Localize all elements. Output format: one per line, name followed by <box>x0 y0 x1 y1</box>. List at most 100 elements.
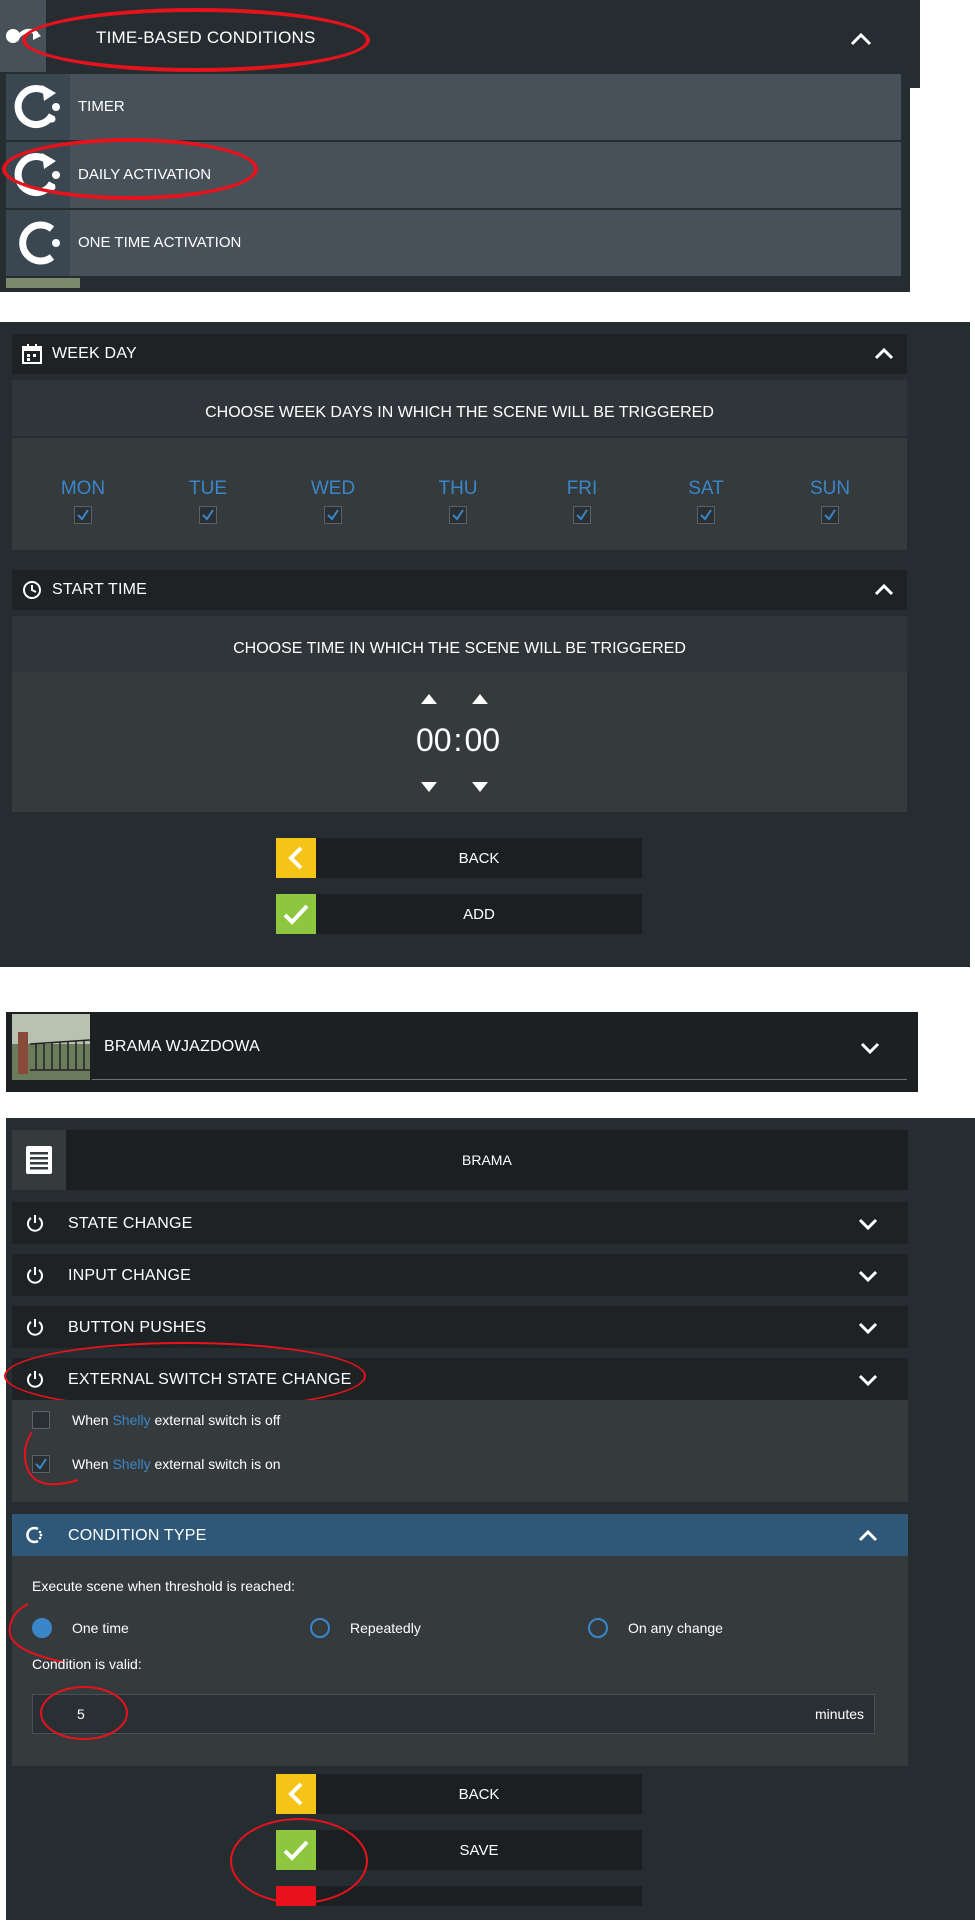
day-label: MON <box>60 478 106 499</box>
brand-name: Shelly <box>112 1456 151 1472</box>
hour-up-arrow-icon[interactable] <box>421 694 437 704</box>
day-checkbox[interactable] <box>449 506 467 524</box>
chevron-up-icon[interactable] <box>858 1530 878 1542</box>
condition-item-timer[interactable]: TIMER <box>6 74 901 140</box>
chevron-down-icon[interactable] <box>858 1270 878 1282</box>
add-button[interactable]: ADD <box>276 894 642 934</box>
radio-label: Repeatedly <box>350 1620 421 1636</box>
back-label: BACK <box>458 1785 500 1803</box>
power-icon <box>27 1267 43 1284</box>
radio-on-any-change[interactable]: On any change <box>588 1616 808 1640</box>
week-day-label: WEEK DAY <box>52 345 137 362</box>
annotation-circle-save <box>230 1818 368 1904</box>
start-time-header[interactable]: START TIME <box>12 570 907 610</box>
day-wed[interactable]: WED <box>303 478 363 524</box>
day-thu[interactable]: THU <box>428 478 488 524</box>
device-row-brama-wjazdowa[interactable]: BRAMA WJAZDOWA <box>12 1014 907 1080</box>
start-time-hint: CHOOSE TIME IN WHICH THE SCENE WILL BE T… <box>233 640 686 657</box>
day-sun[interactable]: SUN <box>800 478 860 524</box>
option-switch-on[interactable]: When Shelly external switch is on <box>32 1448 632 1480</box>
chevron-down-icon[interactable] <box>860 1042 880 1054</box>
minutes-value[interactable]: 00 <box>464 722 500 759</box>
day-tue[interactable]: TUE <box>178 478 238 524</box>
condition-item-label: TIMER <box>78 98 125 115</box>
chevron-down-icon[interactable] <box>858 1374 878 1386</box>
radio-button[interactable] <box>310 1618 330 1638</box>
day-checkbox[interactable] <box>821 506 839 524</box>
week-day-header[interactable]: WEEK DAY <box>12 334 907 374</box>
chevron-left-icon <box>276 838 316 878</box>
annotation-circle-daily <box>2 138 258 200</box>
option-text-prefix: When <box>72 1412 113 1428</box>
option-checkbox[interactable] <box>32 1411 50 1429</box>
section-label: BUTTON PUSHES <box>68 1319 207 1336</box>
valid-label: Condition is valid: <box>32 1656 142 1672</box>
minute-up-arrow-icon[interactable] <box>472 694 488 704</box>
brand-name: Shelly <box>112 1412 151 1428</box>
back-button[interactable]: BACK <box>276 838 642 878</box>
valid-duration-unit: minutes <box>814 1706 864 1722</box>
day-checkbox[interactable] <box>697 506 715 524</box>
checkmark-icon <box>276 894 316 934</box>
clock-icon <box>23 581 41 599</box>
calendar-icon <box>22 344 42 364</box>
day-label: SAT <box>688 478 724 499</box>
day-checkbox[interactable] <box>74 506 92 524</box>
section-input-change[interactable]: INPUT CHANGE <box>12 1254 908 1296</box>
day-fri[interactable]: FRI <box>552 478 612 524</box>
option-text: When Shelly external switch is off <box>72 1412 280 1428</box>
device-title: BRAMA <box>462 1152 512 1168</box>
day-checkbox[interactable] <box>199 506 217 524</box>
power-icon <box>27 1215 43 1232</box>
section-state-change[interactable]: STATE CHANGE <box>12 1202 908 1244</box>
condition-item-one-time-activation[interactable]: ONE TIME ACTIVATION <box>6 210 901 276</box>
menu-list-icon[interactable] <box>12 1130 66 1190</box>
day-sat[interactable]: SAT <box>676 478 736 524</box>
day-label: THU <box>438 478 478 499</box>
device-thumbnail <box>12 1014 90 1080</box>
condition-item-label: ONE TIME ACTIVATION <box>78 234 242 251</box>
valid-duration-field[interactable]: 5 minutes <box>32 1694 875 1734</box>
dotted-timer-icon <box>26 1526 43 1544</box>
condition-type-label: CONDITION TYPE <box>68 1527 207 1544</box>
day-checkbox[interactable] <box>573 506 591 524</box>
hours-value[interactable]: 00 <box>416 722 452 759</box>
day-label: SUN <box>809 478 851 499</box>
back-label: BACK <box>458 849 500 867</box>
option-text-suffix: external switch is off <box>150 1412 281 1428</box>
start-time-label: START TIME <box>52 581 148 598</box>
add-label: ADD <box>463 905 495 923</box>
hour-down-arrow-icon[interactable] <box>421 782 437 792</box>
device-title-bar: BRAMA <box>12 1130 908 1190</box>
chevron-up-icon[interactable] <box>850 32 872 46</box>
chevron-down-icon[interactable] <box>858 1322 878 1334</box>
day-label: TUE <box>189 478 227 499</box>
chevron-down-icon[interactable] <box>858 1218 878 1230</box>
option-text-suffix: external switch is on <box>150 1456 281 1472</box>
chevron-up-icon[interactable] <box>874 584 894 596</box>
day-label: FRI <box>566 478 598 499</box>
section-button-pushes[interactable]: BUTTON PUSHES <box>12 1306 908 1348</box>
section-label: INPUT CHANGE <box>68 1267 192 1284</box>
time-display: 00 : 00 <box>408 722 508 759</box>
option-switch-off[interactable]: When Shelly external switch is off <box>32 1404 632 1436</box>
week-day-hint: CHOOSE WEEK DAYS IN WHICH THE SCENE WILL… <box>205 404 714 421</box>
minute-down-arrow-icon[interactable] <box>472 782 488 792</box>
time-separator: : <box>453 722 463 758</box>
radio-label: On any change <box>628 1620 723 1636</box>
radio-button[interactable] <box>588 1618 608 1638</box>
timer-icon <box>6 74 70 140</box>
annotation-mark-switch-on <box>23 1431 79 1486</box>
chevron-up-icon[interactable] <box>874 348 894 360</box>
condition-type-header[interactable]: CONDITION TYPE <box>12 1514 908 1556</box>
device-name: BRAMA WJAZDOWA <box>104 1038 260 1055</box>
annotation-circle-duration <box>40 1686 128 1740</box>
radio-repeatedly[interactable]: Repeatedly <box>310 1616 510 1640</box>
day-mon[interactable]: MON <box>53 478 113 524</box>
day-label: WED <box>310 478 356 499</box>
back-button[interactable]: BACK <box>276 1774 642 1814</box>
annotation-circle-header <box>22 8 370 72</box>
thumbnail-strip <box>6 278 80 288</box>
chevron-left-icon <box>276 1774 316 1814</box>
day-checkbox[interactable] <box>324 506 342 524</box>
